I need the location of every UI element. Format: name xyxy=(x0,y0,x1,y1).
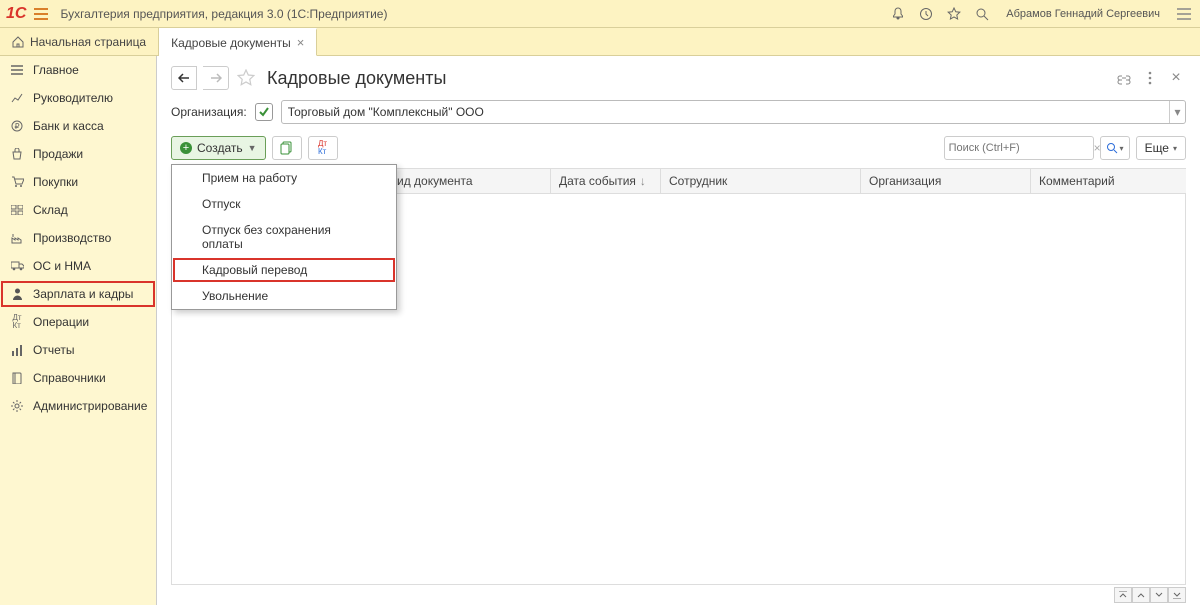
create-dropdown: Прием на работу Отпуск Отпуск без сохран… xyxy=(171,164,397,310)
factory-icon xyxy=(10,231,24,245)
back-button[interactable] xyxy=(171,66,197,90)
tab-label: Кадровые документы xyxy=(171,36,291,50)
favorite-star-icon[interactable] xyxy=(235,67,257,89)
sidebar-item-prodazhi[interactable]: Продажи xyxy=(0,140,156,168)
boxes-icon xyxy=(10,203,24,217)
search-field[interactable]: × xyxy=(944,136,1094,160)
truck-icon xyxy=(10,259,24,273)
chart-icon xyxy=(10,91,24,105)
more-button[interactable]: Еще▾ xyxy=(1136,136,1186,160)
sidebar-item-label: Отчеты xyxy=(33,343,74,357)
more-label: Еще xyxy=(1145,141,1169,155)
org-select[interactable]: Торговый дом "Комплексный" ООО ▾ xyxy=(281,100,1186,124)
dd-priem[interactable]: Прием на работу xyxy=(172,165,396,191)
dtkt-button[interactable]: ДтКт xyxy=(308,136,338,160)
sidebar-item-bank[interactable]: ₽ Банк и касса xyxy=(0,112,156,140)
cart-icon xyxy=(10,175,24,189)
sidebar-item-label: Покупки xyxy=(33,175,78,189)
sidebar-item-label: Зарплата и кадры xyxy=(33,287,133,301)
sidebar-item-label: Производство xyxy=(33,231,111,245)
search-icon[interactable] xyxy=(972,4,992,24)
sidebar-item-label: Банк и касса xyxy=(33,119,104,133)
scroll-down-icon[interactable] xyxy=(1150,587,1168,603)
copy-button[interactable] xyxy=(272,136,302,160)
sidebar-item-label: Руководителю xyxy=(33,91,113,105)
sidebar-item-otchety[interactable]: Отчеты xyxy=(0,336,156,364)
sidebar: Главное Руководителю ₽ Банк и касса Прода… xyxy=(0,56,157,605)
create-label: Создать xyxy=(197,141,243,155)
dtkt-icon: ДтКт xyxy=(10,315,24,329)
hamburger-icon[interactable] xyxy=(30,3,52,25)
org-checkbox[interactable] xyxy=(255,103,273,121)
current-user[interactable]: Абрамов Геннадий Сергеевич xyxy=(1000,8,1166,20)
sidebar-item-label: Продажи xyxy=(33,147,83,161)
bell-icon[interactable] xyxy=(888,4,908,24)
link-icon[interactable] xyxy=(1114,68,1134,88)
close-page-icon[interactable]: × xyxy=(1166,68,1186,88)
sort-down-icon: ↓ xyxy=(640,174,646,188)
logo-1c: 1C xyxy=(6,5,26,23)
forward-button[interactable] xyxy=(203,66,229,90)
dd-otpusk[interactable]: Отпуск xyxy=(172,191,396,217)
create-button[interactable]: + Создать ▼ xyxy=(171,136,266,160)
sidebar-item-admin[interactable]: Администрирование xyxy=(0,392,156,420)
sidebar-item-label: Справочники xyxy=(33,371,106,385)
home-icon xyxy=(12,36,24,48)
org-value: Торговый дом "Комплексный" ООО xyxy=(288,105,484,119)
star-icon[interactable] xyxy=(944,4,964,24)
sidebar-item-sklad[interactable]: Склад xyxy=(0,196,156,224)
sidebar-item-label: Главное xyxy=(33,63,79,77)
bars-icon xyxy=(10,343,24,357)
dd-uvolnenie[interactable]: Увольнение xyxy=(172,283,396,309)
sidebar-item-glavnoe[interactable]: Главное xyxy=(0,56,156,84)
col-org[interactable]: Организация xyxy=(861,169,1031,193)
col-employee[interactable]: Сотрудник xyxy=(661,169,861,193)
sidebar-item-spravochniki[interactable]: Справочники xyxy=(0,364,156,392)
col-event-date[interactable]: Дата события↓ xyxy=(551,169,661,193)
scroll-bottom-icon[interactable] xyxy=(1168,587,1186,603)
bag-icon xyxy=(10,147,24,161)
scroll-up-icon[interactable] xyxy=(1132,587,1150,603)
sidebar-item-zarplata[interactable]: Зарплата и кадры xyxy=(0,280,156,308)
search-input[interactable] xyxy=(949,142,1091,154)
sidebar-item-pokupki[interactable]: Покупки xyxy=(0,168,156,196)
sidebar-item-os-nma[interactable]: ОС и НМА xyxy=(0,252,156,280)
scroll-top-icon[interactable] xyxy=(1114,587,1132,603)
dropdown-arrow-icon[interactable]: ▾ xyxy=(1169,101,1185,123)
sidebar-item-proizvodstvo[interactable]: Производство xyxy=(0,224,156,252)
menu-icon xyxy=(10,63,24,77)
tab-home[interactable]: Начальная страница xyxy=(0,28,159,55)
sidebar-item-label: Администрирование xyxy=(33,399,147,413)
svg-text:₽: ₽ xyxy=(14,122,19,131)
search-submit-button[interactable]: ▾ xyxy=(1100,136,1130,160)
sidebar-item-label: ОС и НМА xyxy=(33,259,91,273)
page-title: Кадровые документы xyxy=(267,68,1108,89)
org-label: Организация: xyxy=(171,105,247,119)
sidebar-item-operacii[interactable]: ДтКт Операции xyxy=(0,308,156,336)
col-comment[interactable]: Комментарий xyxy=(1031,169,1186,193)
tabs-row: Начальная страница Кадровые документы × xyxy=(0,28,1200,56)
tab-kadr-docs[interactable]: Кадровые документы × xyxy=(159,28,317,56)
close-icon[interactable]: × xyxy=(297,36,305,49)
user-menu-icon[interactable] xyxy=(1174,4,1194,24)
sidebar-item-rukovoditelyu[interactable]: Руководителю xyxy=(0,84,156,112)
tab-label: Начальная страница xyxy=(30,35,146,49)
sidebar-item-label: Склад xyxy=(33,203,68,217)
book-icon xyxy=(10,371,24,385)
gear-icon xyxy=(10,399,24,413)
caret-down-icon: ▼ xyxy=(248,143,257,153)
dd-otpusk-bez[interactable]: Отпуск без сохранения оплаты xyxy=(172,217,396,257)
app-title: Бухгалтерия предприятия, редакция 3.0 (1… xyxy=(60,7,888,21)
history-icon[interactable] xyxy=(916,4,936,24)
person-icon xyxy=(10,287,24,301)
plus-icon: + xyxy=(180,142,192,154)
dd-kadr-perevod[interactable]: Кадровый перевод xyxy=(172,257,396,283)
kebab-icon[interactable] xyxy=(1140,68,1160,88)
coin-icon: ₽ xyxy=(10,119,24,133)
col-doctype[interactable]: Вид документа xyxy=(381,169,551,193)
sidebar-item-label: Операции xyxy=(33,315,89,329)
